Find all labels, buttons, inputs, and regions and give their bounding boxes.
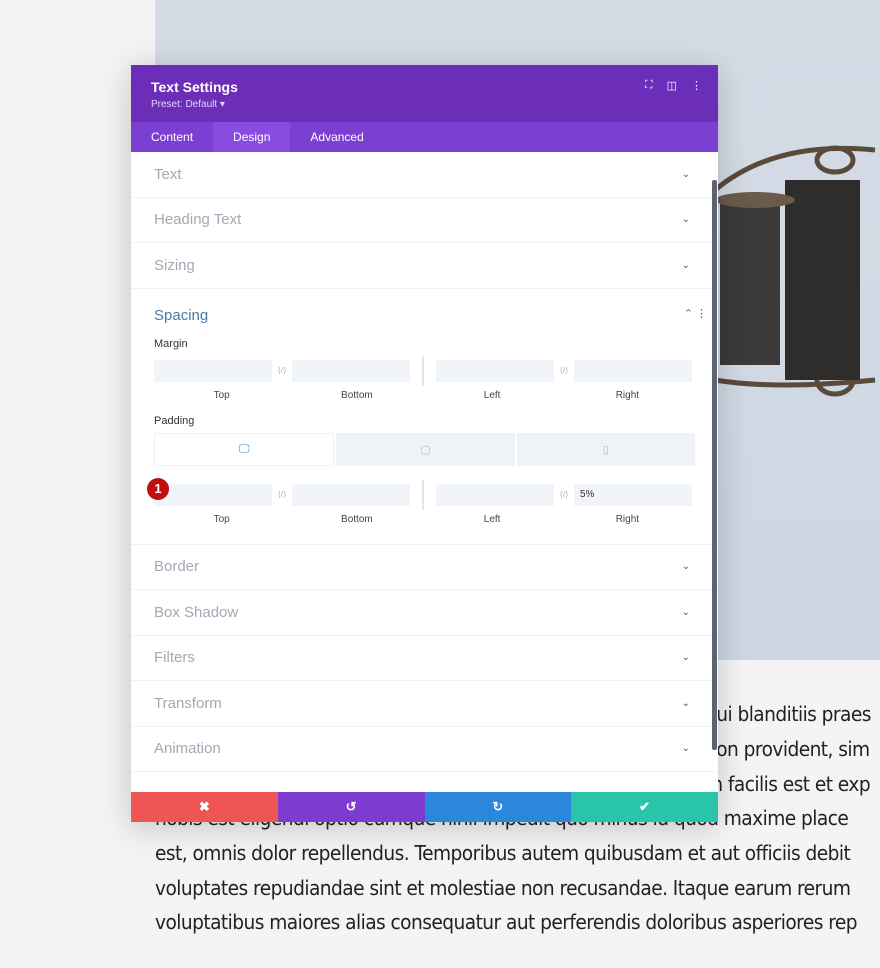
step-badge: 1 (147, 477, 169, 500)
section-label: Border (154, 558, 200, 576)
section-box-shadow[interactable]: Box Shadow ⌄ (131, 590, 718, 636)
section-label: Sizing (154, 256, 195, 274)
body-text-line: voluptatibus maiores alias consequatur a… (155, 910, 858, 934)
body-text-line: est, omnis dolor repellendus. Temporibus… (155, 841, 851, 865)
section-transform[interactable]: Transform ⌄ (131, 681, 718, 727)
section-label: Heading Text (154, 211, 242, 229)
desktop-icon: 🖵 (238, 442, 250, 455)
chevron-down-icon: ⌄ (681, 697, 690, 709)
caption-right: Right (615, 389, 640, 401)
caption-top: Top (213, 389, 230, 401)
panel-header[interactable]: Text Settings Preset: Default ▾ ⛶ ◫ ⋮ (131, 65, 718, 122)
chevron-down-icon: ⌄ (681, 259, 690, 271)
split-view-icon[interactable]: ◫ (667, 79, 677, 92)
caption-left: Left (483, 513, 501, 525)
margin-left-input[interactable] (436, 359, 554, 382)
chevron-down-icon: ⌄ (681, 743, 690, 755)
fullscreen-icon[interactable]: ⛶ (645, 79, 653, 92)
panel-scrollbar[interactable] (712, 180, 717, 750)
body-text-line: voluptates repudiandae sint et molestiae… (155, 876, 851, 900)
panel-title: Text Settings (151, 79, 238, 95)
check-icon: ✔ (639, 799, 651, 814)
body-text-line: qui blanditiis praes (705, 702, 871, 726)
margin-top-input[interactable] (154, 359, 272, 382)
margin-label: Margin (154, 337, 188, 350)
padding-right-input[interactable] (574, 483, 692, 506)
margin-bottom-input[interactable] (292, 359, 410, 382)
chevron-down-icon: ⌄ (681, 652, 690, 664)
phone-icon: ▯ (602, 443, 609, 456)
padding-left-input[interactable] (436, 483, 554, 506)
link-icon[interactable]: ⟨/⟩ (272, 490, 292, 499)
margin-right-input[interactable] (574, 359, 692, 382)
link-icon[interactable]: ⟨/⟩ (554, 366, 574, 375)
body-text-line: m facilis est et exp (705, 772, 871, 796)
section-label: Animation (154, 740, 221, 758)
redo-button[interactable]: ↻ (424, 792, 572, 822)
desktop-tab[interactable]: 🖵 (154, 432, 335, 466)
caption-left: Left (483, 389, 501, 401)
chevron-down-icon: ⌄ (681, 168, 690, 180)
preset-dropdown[interactable]: Preset: Default ▾ (151, 99, 698, 110)
section-border[interactable]: Border ⌄ (131, 545, 718, 590)
more-options-icon[interactable]: ⋮ (696, 308, 707, 320)
tab-design[interactable]: Design (213, 122, 291, 152)
link-icon[interactable]: ⟨/⟩ (272, 366, 292, 375)
body-text-line: non provident, sim (705, 737, 870, 761)
chevron-down-icon: ⌄ (681, 606, 690, 618)
chevron-up-icon[interactable]: ⌃ ⋮ (684, 307, 707, 324)
section-spacing: Spacing ⌃ ⋮ Margin ⟨/⟩ ⟨/⟩ Top Bottom Left… (131, 289, 718, 545)
section-sizing[interactable]: Sizing ⌄ (131, 243, 718, 289)
undo-button[interactable]: ↺ (277, 792, 425, 822)
chevron-down-icon: ⌄ (681, 561, 690, 573)
undo-icon: ↺ (345, 799, 357, 814)
padding-label: Padding (154, 414, 195, 427)
section-label: Transform (154, 694, 222, 712)
caption-right: Right (615, 513, 640, 525)
text-settings-panel: Text Settings Preset: Default ▾ ⛶ ◫ ⋮ Co… (131, 65, 718, 822)
tablet-tab[interactable]: ▢ (336, 432, 515, 466)
caption-bottom: Bottom (341, 513, 373, 525)
chevron-down-icon: ⌄ (681, 214, 690, 226)
caption-bottom: Bottom (341, 389, 373, 401)
section-label: Text (154, 165, 182, 183)
tab-content[interactable]: Content (131, 122, 213, 152)
section-text[interactable]: Text ⌄ (131, 152, 718, 198)
section-animation[interactable]: Animation ⌄ (131, 727, 718, 772)
more-options-icon[interactable]: ⋮ (691, 79, 702, 92)
cancel-button[interactable]: ✖ (131, 792, 278, 822)
redo-icon: ↻ (492, 799, 504, 814)
tab-advanced[interactable]: Advanced (290, 122, 383, 152)
padding-top-input[interactable] (154, 483, 272, 506)
tablet-icon: ▢ (420, 443, 431, 456)
padding-bottom-input[interactable] (292, 483, 410, 506)
section-label[interactable]: Spacing (154, 307, 208, 324)
divider (422, 355, 424, 386)
close-icon: ✖ (198, 799, 210, 814)
section-label: Box Shadow (154, 603, 239, 621)
section-label: Filters (154, 649, 195, 667)
divider (422, 479, 424, 510)
section-filters[interactable]: Filters ⌄ (131, 636, 718, 681)
save-button[interactable]: ✔ (571, 792, 718, 822)
section-heading-text[interactable]: Heading Text ⌄ (131, 198, 718, 243)
link-icon[interactable]: ⟨/⟩ (554, 490, 574, 499)
phone-tab[interactable]: ▯ (516, 432, 695, 466)
caption-top: Top (213, 513, 230, 525)
